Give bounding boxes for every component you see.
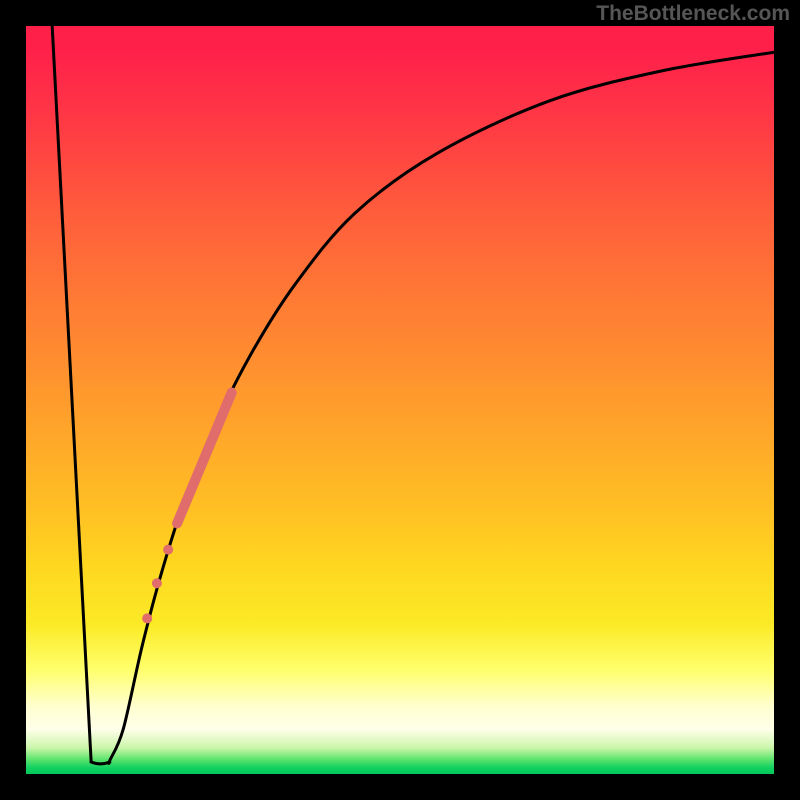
attribution-watermark: TheBottleneck.com xyxy=(596,2,790,26)
bottleneck-curve xyxy=(52,26,774,764)
highlight-dot xyxy=(152,578,162,588)
highlight-dot xyxy=(163,545,173,555)
highlight-segment xyxy=(177,393,232,524)
chart-plot-area xyxy=(26,26,774,774)
curve-overlay-svg xyxy=(26,26,774,774)
highlight-dot xyxy=(142,613,152,623)
bottleneck-curve-path xyxy=(52,26,774,764)
